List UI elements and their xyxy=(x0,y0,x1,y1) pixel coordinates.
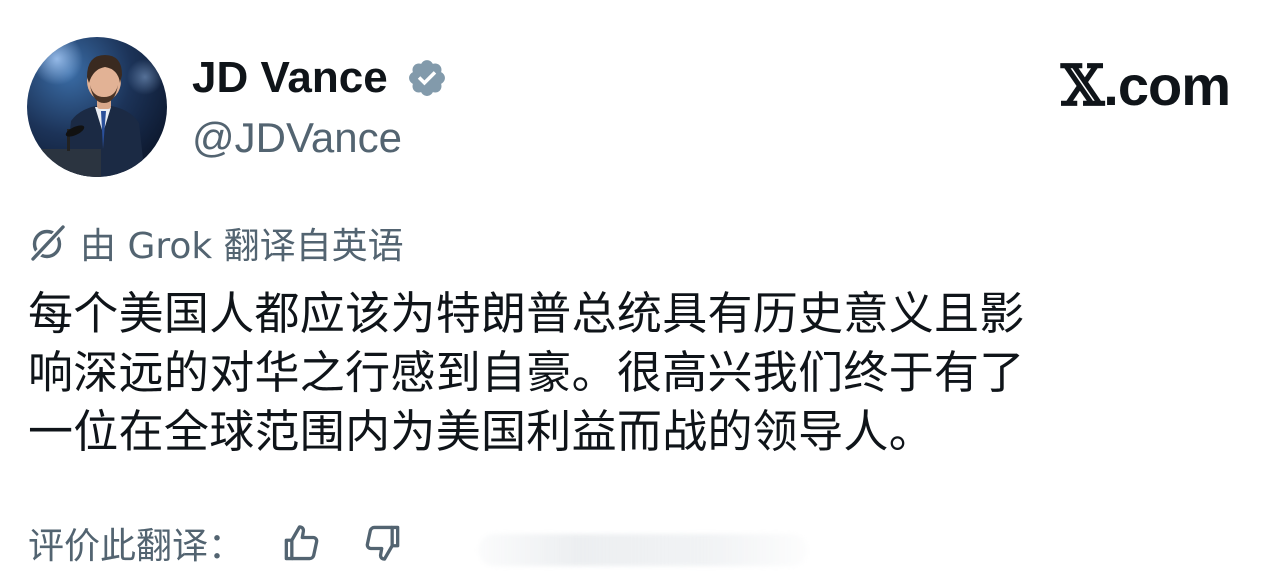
thumbs-down-icon xyxy=(365,525,400,561)
display-name[interactable]: JD Vance xyxy=(192,50,388,106)
user-handle[interactable]: @JDVance xyxy=(192,110,402,166)
blurred-watermark xyxy=(478,534,808,566)
site-brand: 𝕏.com xyxy=(1060,53,1231,119)
avatar[interactable] xyxy=(27,37,167,177)
tweet-screenshot: JD Vance @JDVance 𝕏.com 由 Grok 翻译自英语 每个美… xyxy=(0,0,1280,583)
rate-translation-label: 评价此翻译： xyxy=(28,526,245,567)
translation-attribution: 由 Grok 翻译自英语 xyxy=(28,218,404,268)
avatar-photo xyxy=(27,37,167,177)
x-logo: 𝕏 xyxy=(1060,53,1104,119)
grok-icon xyxy=(29,223,67,263)
tweet-text-line: 响深远的对华之行感到自豪。很高兴我们终于有了 xyxy=(28,346,1025,399)
site-brand-text: .com xyxy=(1103,54,1231,117)
tweet-text: 每个美国人都应该为特朗普总统具有历史意义且影 响深远的对华之行感到自豪。很高兴我… xyxy=(28,284,1228,461)
translation-label: 由 Grok 翻译自英语 xyxy=(80,226,404,267)
rate-translation: 评价此翻译： xyxy=(28,518,442,568)
verified-badge-icon xyxy=(409,60,445,96)
thumbs-down-button[interactable] xyxy=(360,520,406,566)
thumbs-up-button[interactable] xyxy=(278,520,324,566)
tweet-text-line: 每个美国人都应该为特朗普总统具有历史意义且影 xyxy=(28,287,1025,340)
thumbs-up-icon xyxy=(284,525,319,561)
tweet-text-line: 一位在全球范围内为美国利益而战的领导人。 xyxy=(28,405,935,458)
